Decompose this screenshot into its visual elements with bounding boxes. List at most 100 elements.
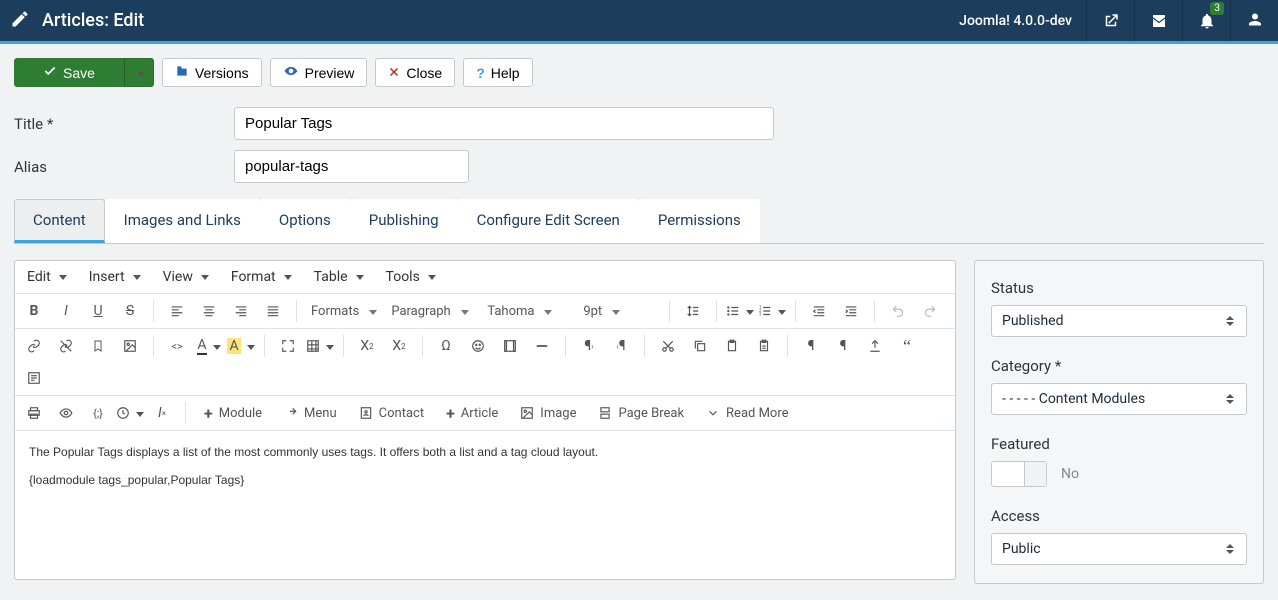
fontsize-label: 9pt <box>583 304 602 319</box>
lineheight-icon[interactable] <box>680 298 706 324</box>
media-icon[interactable] <box>497 333 523 359</box>
tab-publishing[interactable]: Publishing <box>350 199 458 243</box>
outdent-icon[interactable] <box>806 298 832 324</box>
cut-icon[interactable] <box>655 333 681 359</box>
help-label: Help <box>491 65 520 81</box>
italic-icon[interactable]: I <box>53 298 79 324</box>
menu-button[interactable]: Menu <box>276 403 345 424</box>
status-select[interactable]: Published <box>991 305 1247 337</box>
article-button[interactable]: +Article <box>438 401 506 426</box>
menu-table[interactable]: Table <box>314 269 364 285</box>
codesample-icon[interactable]: {;} <box>85 400 111 426</box>
subscript-icon[interactable]: X2 <box>354 333 380 359</box>
preview-icon[interactable] <box>53 400 79 426</box>
undo-icon[interactable] <box>885 298 911 324</box>
tab-configure-edit[interactable]: Configure Edit Screen <box>458 199 639 243</box>
bgcolor-icon[interactable]: A <box>228 333 254 359</box>
versions-button[interactable]: Versions <box>162 58 262 87</box>
menu-insert[interactable]: Insert <box>89 269 141 285</box>
featured-label: Featured <box>991 435 1247 453</box>
menu-format[interactable]: Format <box>231 269 292 285</box>
redo-icon[interactable] <box>917 298 943 324</box>
font-select[interactable]: Tahoma <box>483 301 573 322</box>
status-label: Status <box>991 279 1247 297</box>
contact-button[interactable]: Contact <box>351 403 432 424</box>
indent-icon[interactable] <box>838 298 864 324</box>
rtl-icon[interactable]: ‹¶ <box>608 333 634 359</box>
underline-icon[interactable]: U <box>85 298 111 324</box>
save-button[interactable]: Save <box>14 58 124 87</box>
align-left-icon[interactable] <box>164 298 190 324</box>
access-value: Public <box>1002 541 1041 557</box>
help-button[interactable]: ? Help <box>463 58 532 87</box>
upload-icon[interactable] <box>862 333 888 359</box>
numbered-list-icon[interactable]: 123 <box>759 298 785 324</box>
blockquote-icon[interactable]: “ <box>894 333 920 359</box>
hr-icon[interactable] <box>529 333 555 359</box>
category-field: Category * - - - - - Content Modules <box>991 357 1247 415</box>
tab-options[interactable]: Options <box>260 199 350 243</box>
preview-button[interactable]: Preview <box>270 58 368 87</box>
align-center-icon[interactable] <box>196 298 222 324</box>
block-select[interactable]: Paragraph <box>387 301 477 322</box>
removeformat-icon[interactable]: I× <box>149 400 175 426</box>
readmore-button[interactable]: Read More <box>698 403 796 424</box>
pilcrow2-icon[interactable]: ¶ <box>830 333 856 359</box>
mail-button[interactable] <box>1134 0 1182 41</box>
pagebreak-button[interactable]: Page Break <box>590 403 692 424</box>
formats-select[interactable]: Formats <box>307 301 381 322</box>
notifications-button[interactable]: 3 <box>1182 0 1230 41</box>
align-justify-icon[interactable] <box>260 298 286 324</box>
font-label: Tahoma <box>487 304 534 319</box>
align-right-icon[interactable] <box>228 298 254 324</box>
notification-badge: 3 <box>1210 2 1224 15</box>
close-button[interactable]: Close <box>375 58 455 87</box>
menu-tools[interactable]: Tools <box>386 269 436 285</box>
pencil-icon <box>10 9 30 33</box>
paste-icon[interactable] <box>719 333 745 359</box>
save-label: Save <box>63 65 95 81</box>
fontsize-select[interactable]: 9pt <box>579 301 659 322</box>
print-icon[interactable] <box>21 400 47 426</box>
featured-switch[interactable] <box>991 461 1047 487</box>
access-select[interactable]: Public <box>991 533 1247 565</box>
tab-images-links[interactable]: Images and Links <box>105 199 260 243</box>
menu-edit[interactable]: Edit <box>27 269 67 285</box>
emoji-icon[interactable] <box>465 333 491 359</box>
image-button[interactable]: Image <box>512 403 584 424</box>
table-icon[interactable] <box>307 333 333 359</box>
tab-content[interactable]: Content <box>14 199 105 243</box>
omega-icon[interactable]: Ω <box>433 333 459 359</box>
module-button[interactable]: +Module <box>196 401 270 426</box>
user-button[interactable] <box>1230 0 1278 41</box>
superscript-icon[interactable]: X2 <box>386 333 412 359</box>
source-icon[interactable]: <> <box>164 333 190 359</box>
separator <box>669 300 670 322</box>
image-icon[interactable] <box>117 333 143 359</box>
editor-body[interactable]: The Popular Tags displays a list of the … <box>15 431 955 515</box>
alias-input[interactable] <box>234 150 469 183</box>
copy-icon[interactable] <box>687 333 713 359</box>
pilcrow-icon[interactable]: ¶ <box>798 333 824 359</box>
tab-permissions[interactable]: Permissions <box>639 199 760 243</box>
bookmark-icon[interactable] <box>85 333 111 359</box>
sidebar: Status Published Category * - - - - - Co… <box>974 260 1264 584</box>
title-input[interactable] <box>234 107 774 140</box>
strikethrough-icon[interactable]: S <box>117 298 143 324</box>
topbar-left: Articles: Edit <box>0 9 144 33</box>
unlink-icon[interactable] <box>53 333 79 359</box>
template-icon[interactable] <box>21 365 47 391</box>
ltr-icon[interactable]: ¶› <box>576 333 602 359</box>
separator <box>565 335 566 357</box>
bold-icon[interactable]: B <box>21 298 47 324</box>
fullscreen-icon[interactable] <box>275 333 301 359</box>
bullet-list-icon[interactable] <box>727 298 753 324</box>
save-dropdown-button[interactable] <box>124 58 154 87</box>
textcolor-icon[interactable]: A <box>196 333 222 359</box>
datetime-icon[interactable] <box>117 400 143 426</box>
external-link-button[interactable] <box>1086 0 1134 41</box>
paste-text-icon[interactable] <box>751 333 777 359</box>
menu-view[interactable]: View <box>163 269 209 285</box>
category-select[interactable]: - - - - - Content Modules <box>991 383 1247 415</box>
link-icon[interactable] <box>21 333 47 359</box>
